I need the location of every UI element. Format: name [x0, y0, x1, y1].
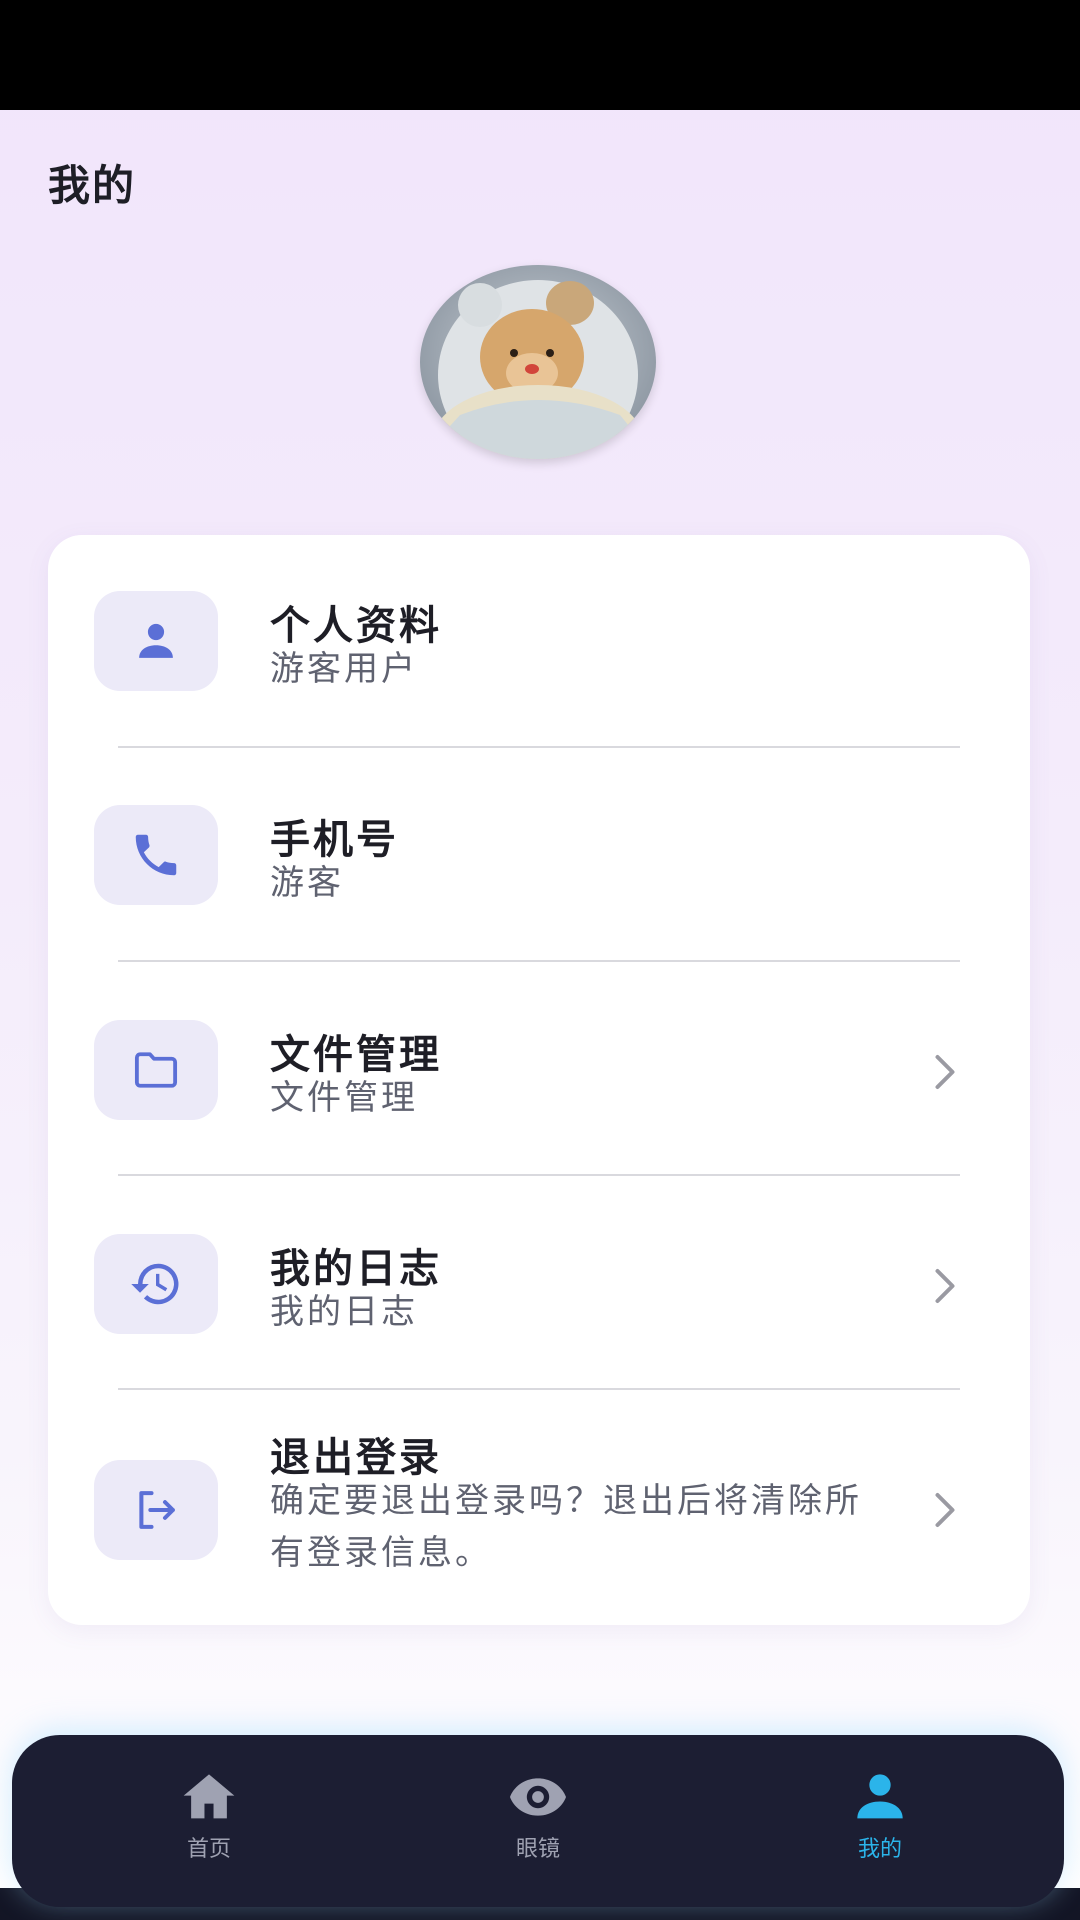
avatar[interactable] — [420, 265, 656, 459]
phone-icon — [135, 834, 177, 876]
nav-label: 眼镜 — [515, 1837, 560, 1862]
menu-item-profile[interactable]: 个人资料 游客用户 — [48, 535, 1030, 747]
person-icon — [139, 623, 173, 658]
icon-box — [94, 1020, 218, 1120]
nav-item-mine[interactable]: 我的 — [800, 1765, 960, 1885]
profile-menu-card: 个人资料 游客用户 手机号 游客 文件管理 文件管理 我的日志 我的日志 退出登… — [48, 535, 1030, 1625]
menu-item-subtitle: 我的日志 — [270, 1292, 418, 1332]
icon-box — [94, 1234, 218, 1334]
menu-item-phone[interactable]: 手机号 游客 — [48, 748, 1030, 961]
person-icon — [857, 1774, 903, 1819]
menu-item-file-management[interactable]: 文件管理 文件管理 — [48, 962, 1030, 1175]
chevron-right-icon — [935, 1269, 955, 1303]
eye-icon — [510, 1778, 566, 1816]
nav-item-home[interactable]: 首页 — [129, 1765, 289, 1885]
menu-item-subtitle: 确定要退出登录吗？退出后将清除所有登录信息。 — [270, 1481, 862, 1573]
home-icon — [183, 1774, 235, 1819]
nav-label: 首页 — [186, 1837, 231, 1862]
chevron-right-icon — [935, 1055, 955, 1089]
nav-item-glasses[interactable]: 眼镜 — [458, 1765, 618, 1885]
menu-item-subtitle: 文件管理 — [270, 1078, 418, 1118]
menu-item-my-logs[interactable]: 我的日志 我的日志 — [48, 1176, 1030, 1389]
menu-item-subtitle: 游客用户 — [270, 649, 418, 689]
icon-box — [94, 591, 218, 691]
chevron-right-icon — [935, 1493, 955, 1527]
status-bar — [0, 0, 1080, 110]
bottom-navigation-bar: 首页 眼镜 我的 — [12, 1735, 1064, 1907]
folder-icon — [134, 1052, 178, 1088]
page-title: 我的 — [48, 161, 137, 210]
history-icon — [131, 1263, 179, 1305]
icon-box — [94, 805, 218, 905]
nav-label: 我的 — [857, 1837, 902, 1862]
logout-icon — [139, 1491, 175, 1529]
icon-box — [94, 1460, 218, 1560]
menu-item-subtitle: 游客 — [270, 863, 344, 903]
menu-item-logout[interactable]: 退出登录 确定要退出登录吗？退出后将清除所有登录信息。 — [48, 1390, 1030, 1625]
